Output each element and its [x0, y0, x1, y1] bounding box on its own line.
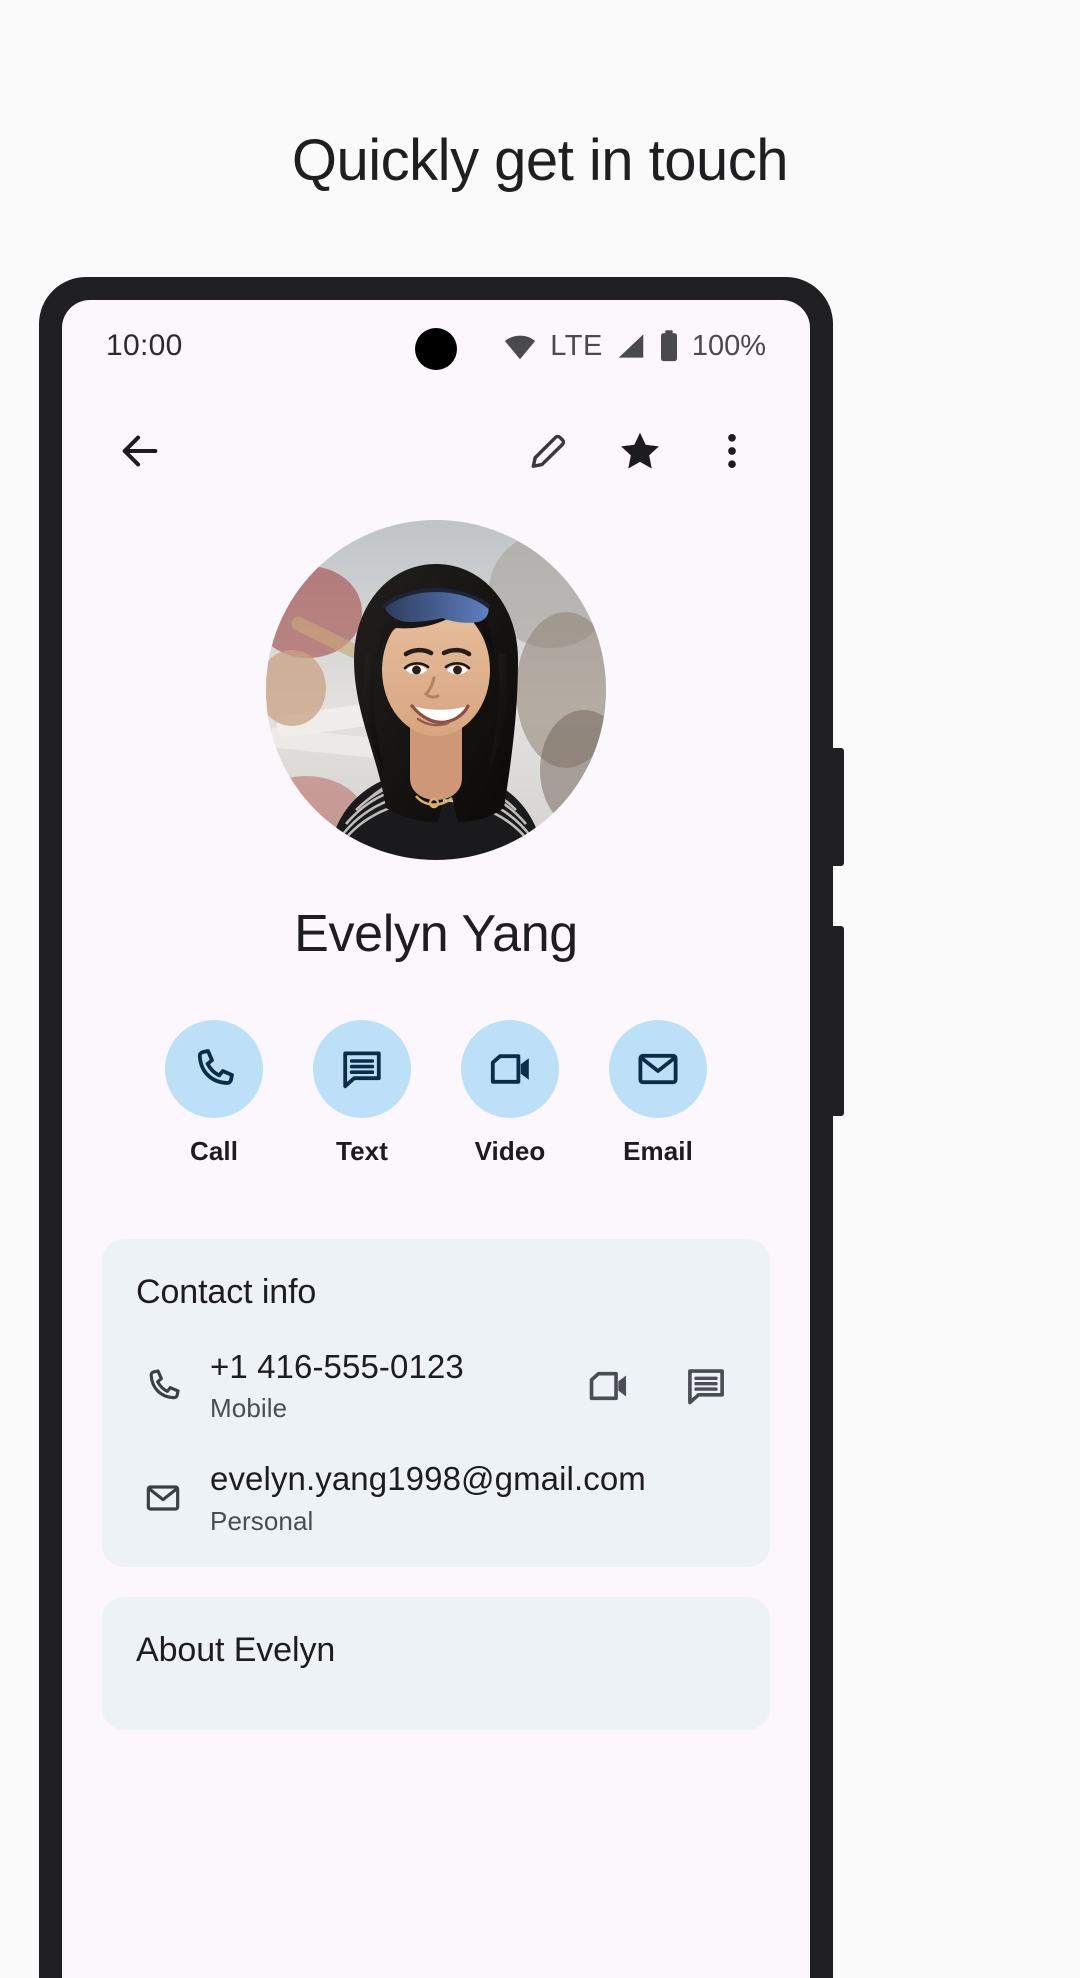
- power-button[interactable]: [832, 748, 844, 866]
- envelope-icon: [136, 1458, 190, 1518]
- message-icon[interactable]: [680, 1360, 732, 1412]
- quick-action-label: Email: [623, 1136, 693, 1166]
- quick-action-call[interactable]: Call: [162, 1020, 266, 1167]
- quick-action-label: Call: [189, 1136, 239, 1166]
- wifi-icon: [503, 332, 537, 360]
- email-address: evelyn.yang1998@gmail.com: [210, 1460, 646, 1498]
- quick-actions: Call Text Video Email: [62, 1020, 810, 1167]
- phone-icon: [165, 1020, 263, 1118]
- back-arrow-icon[interactable]: [102, 413, 178, 489]
- avatar-container: [62, 510, 810, 860]
- phone-mockup: 10:00 LTE 100% Evelyn Yang Call Text Vid…: [40, 278, 844, 1978]
- volume-rocker[interactable]: [832, 926, 844, 1116]
- quick-action-label: Text: [336, 1136, 388, 1166]
- status-bar: 10:00 LTE 100%: [62, 300, 810, 392]
- contact-info-card: Contact info +1 416-555-0123 Mobile evel…: [102, 1239, 770, 1567]
- contact-info-title: Contact info: [136, 1273, 317, 1311]
- front-camera-punchhole-icon: [415, 328, 457, 370]
- email-label: Personal: [210, 1505, 314, 1536]
- quick-action-label: Video: [474, 1136, 546, 1166]
- contact-info-row-email[interactable]: evelyn.yang1998@gmail.com Personal: [102, 1458, 770, 1536]
- contact-info-row-phone[interactable]: +1 416-555-0123 Mobile: [102, 1346, 770, 1424]
- phone-number: +1 416-555-0123: [210, 1348, 464, 1385]
- signal-bars-icon: [616, 332, 646, 360]
- pencil-edit-icon[interactable]: [510, 413, 586, 489]
- phone-label: Mobile: [210, 1393, 288, 1424]
- battery-percent-label: 100%: [691, 329, 766, 362]
- quick-action-video[interactable]: Video: [458, 1020, 562, 1167]
- video-camera-icon: [461, 1020, 559, 1118]
- star-filled-icon[interactable]: [602, 413, 678, 489]
- envelope-icon: [609, 1020, 707, 1118]
- about-card-title: About Evelyn: [136, 1630, 336, 1669]
- contact-avatar-photo[interactable]: [266, 520, 606, 860]
- app-bar: [62, 392, 810, 510]
- message-icon: [313, 1020, 411, 1118]
- network-type-label: LTE: [550, 329, 603, 362]
- more-vertical-icon[interactable]: [694, 413, 770, 489]
- contact-name: Evelyn Yang: [294, 905, 578, 963]
- video-camera-icon[interactable]: [582, 1360, 634, 1412]
- quick-action-email[interactable]: Email: [606, 1020, 710, 1167]
- status-bar-time: 10:00: [106, 329, 183, 362]
- page-title: Quickly get in touch: [291, 128, 789, 193]
- phone-screen: 10:00 LTE 100% Evelyn Yang Call Text Vid…: [62, 300, 810, 1978]
- about-card: About Evelyn: [102, 1596, 770, 1730]
- battery-full-icon: [659, 330, 679, 362]
- phone-icon: [136, 1346, 190, 1406]
- quick-action-text[interactable]: Text: [310, 1020, 414, 1167]
